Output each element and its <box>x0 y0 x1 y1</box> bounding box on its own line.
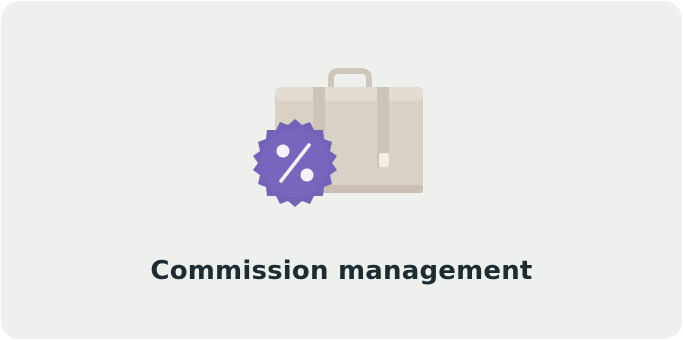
briefcase-percent-icon <box>251 63 431 213</box>
card-title: Commission management <box>150 256 533 286</box>
commission-management-card[interactable]: Commission management <box>1 1 682 339</box>
